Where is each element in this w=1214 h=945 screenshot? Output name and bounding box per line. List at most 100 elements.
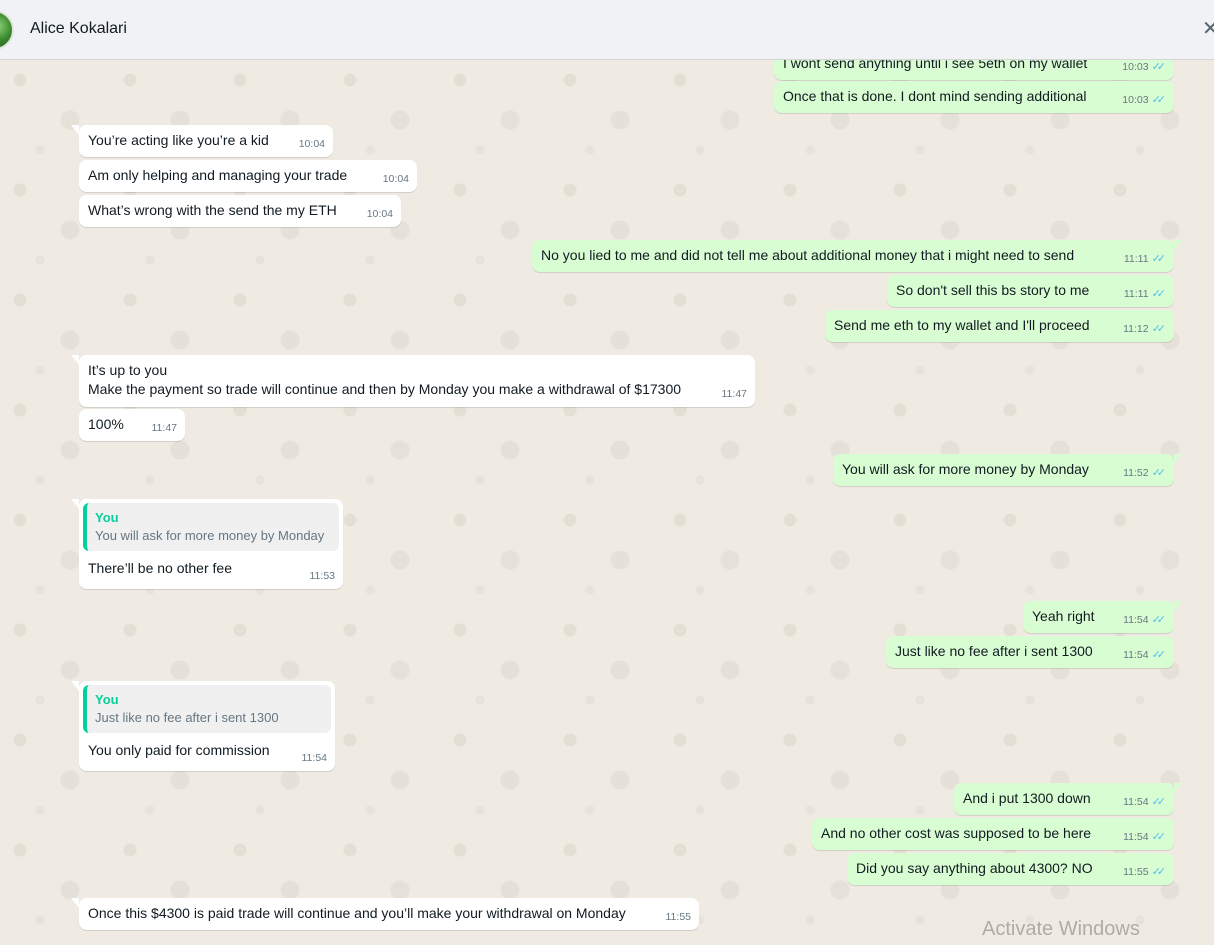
quoted-message[interactable]: You Just like no fee after i sent 1300 — [83, 685, 331, 733]
message-incoming-reply[interactable]: You Just like no fee after i sent 1300 Y… — [71, 681, 335, 771]
message-time: 10:04 — [298, 138, 325, 150]
read-receipt-icon: ✓✓ — [1151, 649, 1167, 661]
message-text: What’s wrong with the send the my ETH — [88, 202, 337, 218]
message-incoming[interactable]: What’s wrong with the send the my ETH 10… — [79, 195, 401, 227]
message-text: Am only helping and managing your trade — [88, 167, 348, 183]
message-time: 11:11 — [1123, 288, 1149, 300]
quote-author: You — [95, 692, 119, 707]
message-meta: 11:54 ✓✓ — [1123, 646, 1166, 665]
message-outgoing[interactable]: I wont send anything until i see 5eth on… — [774, 60, 1174, 80]
message-time: 11:12 — [1123, 323, 1149, 335]
message-time: 11:47 — [151, 422, 178, 434]
read-receipt-icon: ✓✓ — [1151, 288, 1167, 300]
message-meta: 10:04 — [367, 205, 393, 224]
quote-text: Just like no fee after i sent 1300 — [95, 710, 279, 725]
read-receipt-icon: ✓✓ — [1151, 796, 1167, 808]
message-text: So don't sell this bs story to me — [896, 282, 1090, 298]
read-receipt-icon: ✓✓ — [1151, 866, 1167, 878]
message-meta: 10:03 ✓✓ — [1122, 60, 1166, 77]
message-text: You’re acting like you’re a kid — [88, 132, 269, 148]
message-outgoing[interactable]: Once that is done. I dont mind sending a… — [774, 81, 1174, 113]
message-time: 11:55 — [665, 911, 692, 923]
message-text: Did you say anything about 4300? NO — [856, 860, 1093, 876]
message-meta: 11:54 — [302, 749, 328, 768]
message-incoming[interactable]: It’s up to you Make the payment so trade… — [71, 355, 755, 407]
close-icon[interactable]: ✕ — [1202, 18, 1214, 40]
message-text: You only paid for commission — [88, 742, 270, 758]
message-outgoing[interactable]: Just like no fee after i sent 1300 11:54… — [886, 636, 1174, 668]
message-meta: 11:55 — [666, 908, 692, 927]
message-text: And no other cost was supposed to be her… — [821, 825, 1092, 841]
quote-text: You will ask for more money by Monday — [95, 528, 325, 543]
message-meta: 11:11 ✓✓ — [1124, 285, 1166, 304]
message-text: I wont send anything until i see 5eth on… — [783, 60, 1088, 71]
message-meta: 10:04 — [383, 170, 409, 189]
message-time: 11:54 — [1123, 796, 1149, 808]
message-outgoing[interactable]: Send me eth to my wallet and I'll procee… — [825, 310, 1174, 342]
message-text: Once this $4300 is paid trade will conti… — [88, 905, 626, 921]
message-time: 11:52 — [1123, 467, 1149, 479]
message-meta: 11:54 ✓✓ — [1123, 611, 1166, 630]
message-outgoing[interactable]: You will ask for more money by Monday 11… — [833, 454, 1182, 486]
contact-avatar[interactable] — [0, 10, 14, 50]
message-meta: 11:53 — [310, 567, 336, 586]
message-meta: 11:54 ✓✓ — [1123, 828, 1166, 847]
read-receipt-icon: ✓✓ — [1151, 831, 1167, 843]
message-time: 11:53 — [309, 570, 336, 582]
message-time: 10:03 — [1122, 94, 1149, 106]
read-receipt-icon: ✓✓ — [1151, 614, 1167, 626]
message-text: No you lied to me and did not tell me ab… — [541, 247, 1075, 263]
message-time: 11:54 — [301, 752, 328, 764]
read-receipt-icon: ✓✓ — [1151, 323, 1167, 335]
read-receipt-icon: ✓✓ — [1151, 94, 1167, 106]
message-meta: 11:52 ✓✓ — [1123, 464, 1166, 483]
message-text: 100% — [88, 416, 124, 432]
message-incoming[interactable]: 100% 11:47 — [79, 409, 185, 441]
chat-header: Alice Kokalari ✕ — [0, 0, 1214, 60]
message-time: 11:11 — [1123, 253, 1149, 265]
message-time: 11:54 — [1123, 649, 1149, 661]
read-receipt-icon: ✓✓ — [1151, 61, 1167, 73]
message-incoming[interactable]: You’re acting like you’re a kid 10:04 — [71, 125, 333, 157]
message-incoming[interactable]: Once this $4300 is paid trade will conti… — [71, 898, 699, 930]
message-text: You will ask for more money by Monday — [842, 461, 1089, 477]
message-meta: 10:04 — [299, 135, 325, 154]
message-text: There’ll be no other fee — [88, 560, 232, 576]
read-receipt-icon: ✓✓ — [1151, 467, 1167, 479]
message-time: 11:47 — [721, 388, 748, 400]
message-meta: 11:12 ✓✓ — [1123, 320, 1166, 339]
message-meta: 11:47 — [722, 385, 748, 404]
message-text: Once that is done. I dont mind sending a… — [783, 88, 1087, 104]
message-time: 11:54 — [1123, 831, 1149, 843]
message-time: 11:54 — [1123, 614, 1149, 626]
message-text: Just like no fee after i sent 1300 — [895, 643, 1093, 659]
message-time: 10:04 — [382, 173, 409, 185]
message-meta: 11:47 — [152, 419, 178, 438]
message-time: 10:03 — [1122, 61, 1149, 73]
message-text: And i put 1300 down — [963, 790, 1091, 806]
message-outgoing[interactable]: And no other cost was supposed to be her… — [812, 818, 1174, 850]
message-list[interactable]: I wont send anything until i see 5eth on… — [0, 60, 1214, 945]
message-outgoing[interactable]: Did you say anything about 4300? NO 11:5… — [847, 853, 1174, 885]
message-text: Send me eth to my wallet and I'll procee… — [834, 317, 1090, 333]
read-receipt-icon: ✓✓ — [1151, 253, 1167, 265]
quoted-message[interactable]: You You will ask for more money by Monda… — [83, 503, 339, 551]
message-text-line: It’s up to you — [88, 362, 168, 378]
message-outgoing[interactable]: No you lied to me and did not tell me ab… — [532, 240, 1182, 272]
quote-author: You — [95, 510, 119, 525]
activate-windows-watermark: Activate Windows — [982, 918, 1140, 940]
message-time: 11:55 — [1123, 866, 1149, 878]
message-text-line: Make the payment so trade will continue … — [88, 381, 682, 397]
message-outgoing[interactable]: And i put 1300 down 11:54 ✓✓ — [954, 783, 1182, 815]
message-meta: 11:54 ✓✓ — [1123, 793, 1166, 812]
message-outgoing[interactable]: Yeah right 11:54 ✓✓ — [1023, 601, 1182, 633]
message-meta: 11:55 ✓✓ — [1123, 863, 1166, 882]
message-outgoing[interactable]: So don't sell this bs story to me 11:11 ✓… — [887, 275, 1174, 307]
message-meta: 10:03 ✓✓ — [1122, 91, 1166, 110]
contact-name[interactable]: Alice Kokalari — [30, 20, 127, 38]
message-incoming[interactable]: Am only helping and managing your trade … — [79, 160, 417, 192]
message-meta: 11:11 ✓✓ — [1124, 250, 1166, 269]
message-incoming-reply[interactable]: You You will ask for more money by Monda… — [71, 499, 343, 589]
message-text: Yeah right — [1032, 608, 1095, 624]
message-time: 10:04 — [366, 208, 393, 220]
